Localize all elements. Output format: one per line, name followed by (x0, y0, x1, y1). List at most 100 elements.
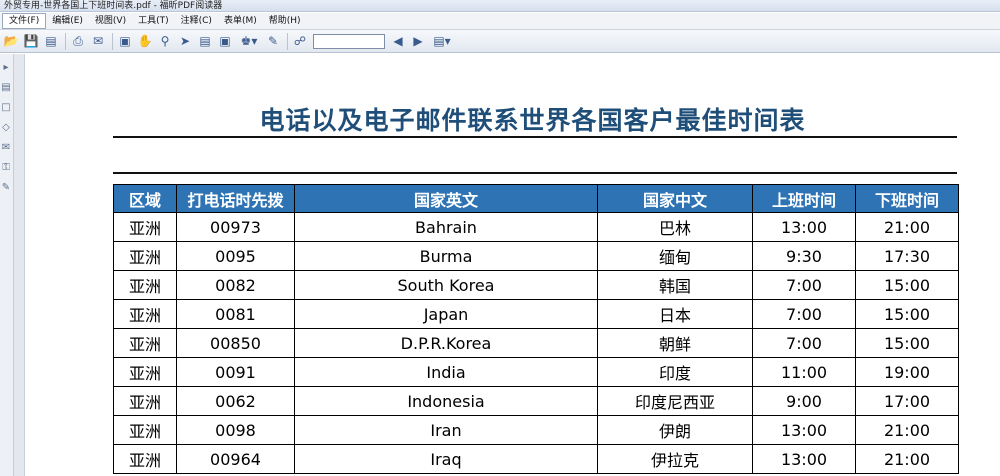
country-cn-cell: 印度尼西亚 (597, 386, 753, 416)
column-header: 打电话时先拨 (176, 184, 295, 213)
text-select-icon[interactable]: ▤ (196, 32, 214, 50)
dial-code-cell: 0095 (176, 241, 295, 271)
country-en-cell: Iraq (294, 444, 598, 474)
open-icon[interactable]: 📂 (2, 32, 20, 50)
column-header: 上班时间 (752, 184, 856, 213)
hand-icon[interactable]: ✋ (136, 32, 154, 50)
stamp-icon[interactable]: ♚▾ (236, 32, 262, 50)
region-cell: 亚洲 (113, 270, 177, 300)
end-time-cell: 15:00 (855, 270, 959, 300)
start-time-cell: 13:00 (752, 212, 856, 242)
pages-icon[interactable]: □ (0, 100, 12, 114)
menu-file[interactable]: 文件(F) (2, 13, 47, 29)
country-cn-cell: 巴林 (597, 212, 753, 242)
country-en-cell: Bahrain (294, 212, 598, 242)
end-time-cell: 17:30 (855, 241, 959, 271)
select-icon[interactable]: ➤ (176, 32, 194, 50)
country-en-cell: South Korea (294, 270, 598, 300)
toolbar-separator (65, 32, 66, 50)
menu-help[interactable]: 帮助(H) (263, 14, 307, 28)
table-row: 亚洲 0082 South Korea 韩国 7:00 15:00 (113, 270, 959, 300)
zoom-icon[interactable]: ⚲ (156, 32, 174, 50)
title-rule (113, 136, 957, 138)
table-row: 亚洲 00964 Iraq 伊拉克 13:00 21:00 (113, 444, 959, 474)
menu-view[interactable]: 视图(V) (89, 14, 132, 28)
dial-code-cell: 00850 (176, 328, 295, 358)
menu-edit[interactable]: 编辑(E) (46, 14, 89, 28)
toolbar-separator (287, 32, 288, 50)
end-time-cell: 21:00 (855, 444, 959, 474)
table-row: 亚洲 00850 D.P.R.Korea 朝鲜 7:00 15:00 (113, 328, 959, 358)
find-next-icon[interactable]: ▶ (409, 32, 427, 50)
email-icon[interactable]: ✉ (89, 32, 107, 50)
country-en-cell: Burma (294, 241, 598, 271)
bookmarks-icon[interactable]: ▤ (0, 80, 12, 94)
table-row: 亚洲 0095 Burma 缅甸 9:30 17:30 (113, 241, 959, 271)
find-input[interactable] (313, 33, 385, 49)
save-all-icon[interactable]: ▤ (42, 32, 60, 50)
country-cn-cell: 缅甸 (597, 241, 753, 271)
dial-code-cell: 0081 (176, 299, 295, 329)
region-cell: 亚洲 (113, 299, 177, 329)
attachments-icon[interactable]: ⚿ (0, 160, 12, 174)
start-time-cell: 9:30 (752, 241, 856, 271)
layers-icon[interactable]: ◇ (0, 120, 12, 134)
region-cell: 亚洲 (113, 415, 177, 445)
country-cn-cell: 印度 (597, 357, 753, 387)
column-header: 国家中文 (597, 184, 753, 213)
column-header: 国家英文 (294, 184, 598, 213)
dial-code-cell: 0082 (176, 270, 295, 300)
end-time-cell: 19:00 (855, 357, 959, 387)
dial-code-cell: 0062 (176, 386, 295, 416)
start-time-cell: 13:00 (752, 444, 856, 474)
region-cell: 亚洲 (113, 444, 177, 474)
end-time-cell: 17:00 (855, 386, 959, 416)
table-row: 亚洲 0062 Indonesia 印度尼西亚 9:00 17:00 (113, 386, 959, 416)
region-cell: 亚洲 (113, 241, 177, 271)
find-prev-icon[interactable]: ◀ (389, 32, 407, 50)
table-row: 亚洲 0098 Iran 伊朗 13:00 21:00 (113, 415, 959, 445)
menu-comments[interactable]: 注释(C) (175, 14, 218, 28)
region-cell: 亚洲 (113, 212, 177, 242)
table-row: 亚洲 0091 India 印度 11:00 19:00 (113, 357, 959, 387)
find-icon[interactable]: ☍ (291, 32, 309, 50)
fullscreen-icon[interactable]: ▣ (116, 32, 134, 50)
country-en-cell: D.P.R.Korea (294, 328, 598, 358)
signatures-icon[interactable]: ✎ (0, 180, 12, 194)
dial-code-cell: 0091 (176, 357, 295, 387)
dial-code-cell: 00973 (176, 212, 295, 242)
start-time-cell: 7:00 (752, 299, 856, 329)
start-time-cell: 13:00 (752, 415, 856, 445)
expand-arrow-icon[interactable]: ▸ (0, 60, 12, 74)
region-cell: 亚洲 (113, 386, 177, 416)
menu-forms[interactable]: 表单(M) (218, 14, 263, 28)
start-time-cell: 11:00 (752, 357, 856, 387)
toolbar-separator (112, 32, 113, 50)
start-time-cell: 9:00 (752, 386, 856, 416)
document-title: 电话以及电子邮件联系世界各国客户最佳时间表 (259, 106, 806, 135)
country-cn-cell: 韩国 (597, 270, 753, 300)
dial-code-cell: 0098 (176, 415, 295, 445)
end-time-cell: 21:00 (855, 212, 959, 242)
region-cell: 亚洲 (113, 328, 177, 358)
title-rule (113, 172, 957, 174)
comments-icon[interactable]: ✉ (0, 140, 12, 154)
print-icon[interactable]: ⎙ (69, 32, 87, 50)
save-icon[interactable]: 💾 (22, 32, 40, 50)
country-cn-cell: 伊朗 (597, 415, 753, 445)
sign-icon[interactable]: ✎ (264, 32, 282, 50)
country-cn-cell: 伊拉克 (597, 444, 753, 474)
pdf-page: 电话以及电子邮件联系世界各国客户最佳时间表 区域 打电话时先拨 国家英文 国家中… (25, 54, 1000, 476)
window-title: 外贸专用-世界各国上下班时间表.pdf - 福昕PDF阅读器 (4, 1, 223, 11)
column-header: 区域 (113, 184, 177, 213)
schedule-table: 区域 打电话时先拨 国家英文 国家中文 上班时间 下班时间 亚洲 00973 B… (113, 184, 959, 474)
table-header-row: 区域 打电话时先拨 国家英文 国家中文 上班时间 下班时间 (113, 184, 959, 213)
note-icon[interactable]: ▤▾ (429, 32, 455, 50)
toolbar: 📂 💾 ▤ ⎙ ✉ ▣ ✋ ⚲ ➤ ▤ ▣ ♚▾ ✎ ☍ ◀ ▶ ▤▾ (0, 30, 1000, 53)
menu-tools[interactable]: 工具(T) (132, 14, 175, 28)
table-row: 亚洲 00973 Bahrain 巴林 13:00 21:00 (113, 212, 959, 242)
page-gutter (14, 54, 25, 476)
end-time-cell: 21:00 (855, 415, 959, 445)
snapshot-icon[interactable]: ▣ (216, 32, 234, 50)
country-en-cell: Iran (294, 415, 598, 445)
